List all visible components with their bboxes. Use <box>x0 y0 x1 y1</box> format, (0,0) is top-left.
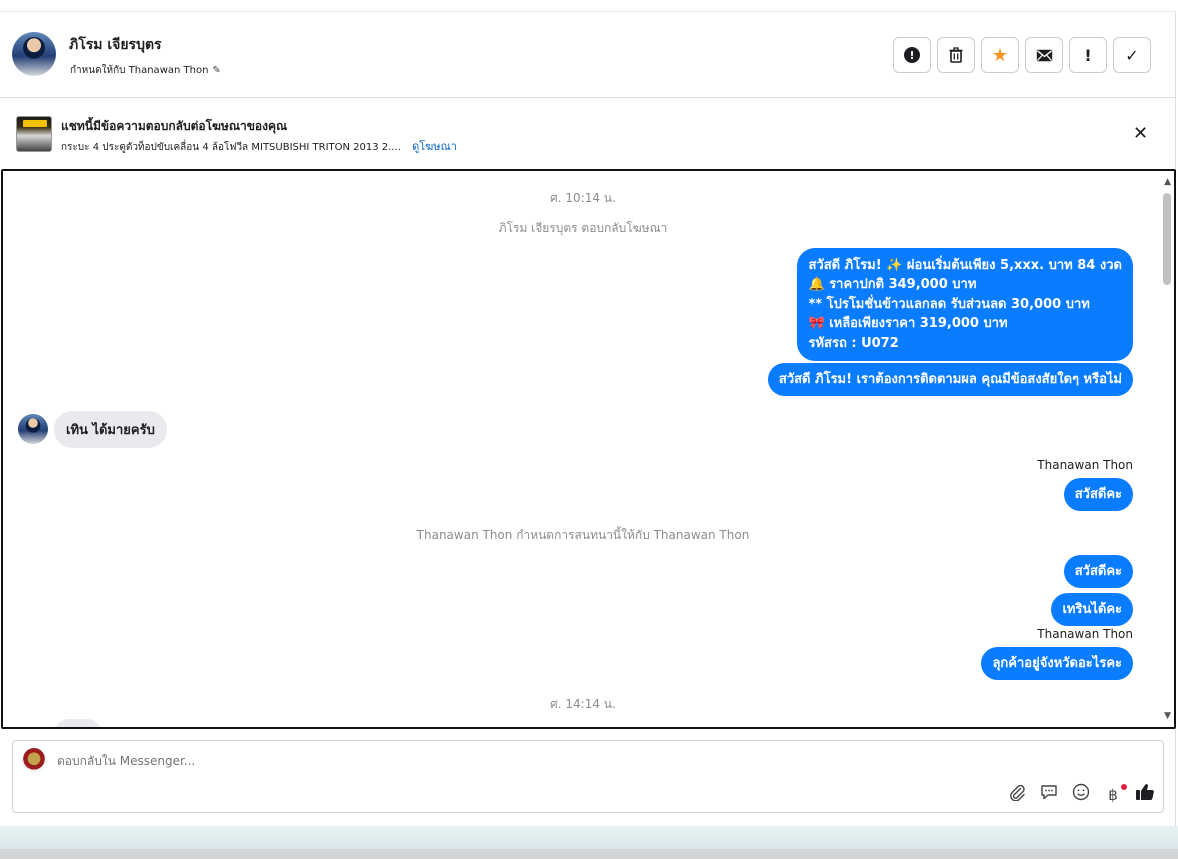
message-line: 🔔 ราคาปกติ 349,000 บาท <box>808 277 977 293</box>
close-icon[interactable]: ✕ <box>1133 123 1148 144</box>
pencil-icon[interactable]: ✎ <box>212 65 220 76</box>
message-line: 🎀 เหลือเพียงราคา 319,000 บาท <box>808 316 1008 332</box>
ad-thumbnail <box>16 116 52 152</box>
reply-input[interactable] <box>57 754 957 768</box>
sender-name: Thanawan Thon <box>1037 627 1133 641</box>
notification-dot <box>1121 783 1127 790</box>
delete-button[interactable] <box>937 37 975 73</box>
check-icon: ✓ <box>1125 45 1139 65</box>
contact-name[interactable]: ภิโรม เจียรบุตร <box>69 34 162 56</box>
mark-unread-button[interactable] <box>1025 37 1063 73</box>
inbox-frame: ภิโรม เจียรบุตร กำหนดให้กับ Thanawan Tho… <box>0 0 1176 826</box>
page-avatar <box>22 748 46 772</box>
ad-description-text: กระบะ 4 ประตูตัวท็อปขับเคลื่อน 4 ล้อโฟวี… <box>61 142 401 153</box>
emoji-icon[interactable] <box>1071 783 1091 806</box>
timestamp: ศ. 10:14 น. <box>550 191 616 205</box>
ad-reply-banner: แชทนี้มีข้อความตอบกลับต่อโฆษณาของคุณ กระ… <box>0 99 1176 169</box>
scrollbar[interactable]: ▲ ▼ <box>1160 171 1174 727</box>
timestamp: ศ. 14:14 น. <box>550 697 616 711</box>
star-button[interactable]: ★ <box>981 37 1019 73</box>
mail-icon <box>1036 49 1052 61</box>
outgoing-message[interactable]: สวัสดี ภิโรม! ✨ ผ่อนเริ่มต้นเพียง 5,xxx.… <box>797 248 1133 362</box>
assigned-label: กำหนดให้กับ Thanawan Thon <box>70 65 209 76</box>
outgoing-message[interactable]: เทรินได้คะ <box>1051 593 1133 626</box>
message-thread[interactable]: ศ. 10:14 น. ภิโรม เจียรบุตร ตอบกลับโฆษณา… <box>1 169 1176 729</box>
incoming-message-partial[interactable] <box>54 719 102 727</box>
scroll-down-icon[interactable]: ▼ <box>1164 711 1171 721</box>
view-ad-link[interactable]: ดูโฆษณา <box>412 140 457 153</box>
message-line: สวัสดี ภิโรม! ✨ ผ่อนเริ่มต้นเพียง 5,xxx.… <box>808 258 1122 273</box>
top-strip <box>0 0 1176 12</box>
taskbar-edge <box>0 849 1178 859</box>
outgoing-message[interactable]: สวัสดีคะ <box>1063 555 1133 588</box>
mark-done-button[interactable]: ✓ <box>1113 37 1151 73</box>
spam-icon: ! <box>904 47 920 63</box>
star-icon: ★ <box>991 44 1009 66</box>
sender-name: Thanawan Thon <box>1037 458 1133 472</box>
reply-composer: ฿ <box>12 740 1164 813</box>
outgoing-message[interactable]: สวัสดีคะ <box>1063 478 1133 511</box>
contact-avatar-small <box>18 414 48 444</box>
system-event: ภิโรม เจียรบุตร ตอบกลับโฆษณา <box>498 221 668 235</box>
header-actions: ! ★ ! ✓ <box>893 37 1151 73</box>
trash-icon <box>949 47 963 63</box>
conversation-header: ภิโรม เจียรบุตร กำหนดให้กับ Thanawan Tho… <box>0 12 1176 98</box>
ad-banner-title: แชทนี้มีข้อความตอบกลับต่อโฆษณาของคุณ <box>61 119 288 133</box>
contact-avatar[interactable] <box>12 32 56 76</box>
scroll-thumb[interactable] <box>1163 193 1171 285</box>
message-line: ** โปรโมชั่นข้าวแลกลด รับส่วนลด 30,000 บ… <box>808 296 1090 312</box>
assignment-row[interactable]: กำหนดให้กับ Thanawan Thon ✎ <box>70 63 221 78</box>
paperclip-icon[interactable] <box>1007 783 1027 806</box>
composer-tools: ฿ <box>1007 783 1155 806</box>
thumbs-up-icon[interactable] <box>1135 783 1155 806</box>
baht-icon[interactable]: ฿ <box>1103 783 1127 804</box>
exclamation-icon: ! <box>1084 45 1092 65</box>
message-line: รหัสรถ : U072 <box>808 335 899 351</box>
scroll-up-icon[interactable]: ▲ <box>1164 177 1171 187</box>
chat-icon[interactable] <box>1039 783 1059 806</box>
outgoing-message[interactable]: ลุกค้าอยู่จังหวัดอะไรคะ <box>981 647 1133 680</box>
mark-spam-button[interactable]: ! <box>893 37 931 73</box>
outgoing-message[interactable]: สวัสดี ภิโรม! เราต้องการติดตามผล คุณมีข้… <box>767 363 1133 396</box>
incoming-message[interactable]: เทิน ได้มายครับ <box>54 411 167 448</box>
system-event: Thanawan Thon กำหนดการสนทนานี้ให้กับ Tha… <box>416 528 750 542</box>
ad-banner-description: กระบะ 4 ประตูตัวท็อปขับเคลื่อน 4 ล้อโฟวี… <box>61 137 457 155</box>
follow-up-button[interactable]: ! <box>1069 37 1107 73</box>
